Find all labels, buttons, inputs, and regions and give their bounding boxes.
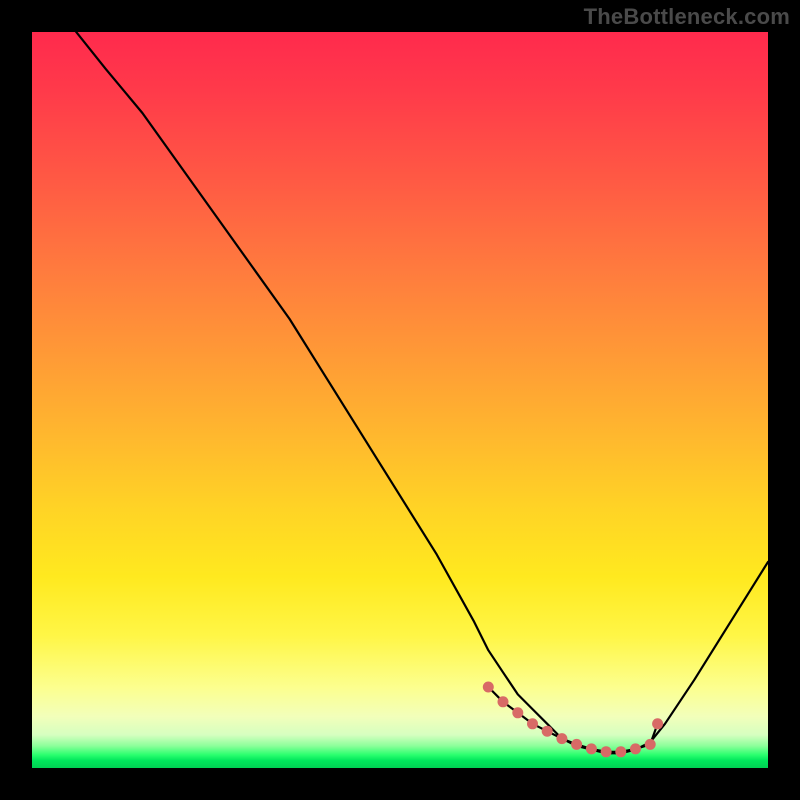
plateau-marker [542,726,553,737]
plateau-marker [630,743,641,754]
plateau-marker [498,696,509,707]
plateau-marker [586,743,597,754]
plateau-markers [483,682,663,758]
plateau-marker [512,707,523,718]
plateau-marker [571,739,582,750]
plot-area [32,32,768,768]
plateau-marker [615,746,626,757]
watermark-text: TheBottleneck.com [584,4,790,30]
curve-layer [32,32,768,768]
plateau-marker [601,746,612,757]
chart-root: TheBottleneck.com [0,0,800,800]
plateau-marker [652,718,663,729]
plateau-marker [645,739,656,750]
bottleneck-curve [76,32,768,753]
plateau-marker [527,718,538,729]
plateau-marker [556,733,567,744]
plateau-marker [483,682,494,693]
